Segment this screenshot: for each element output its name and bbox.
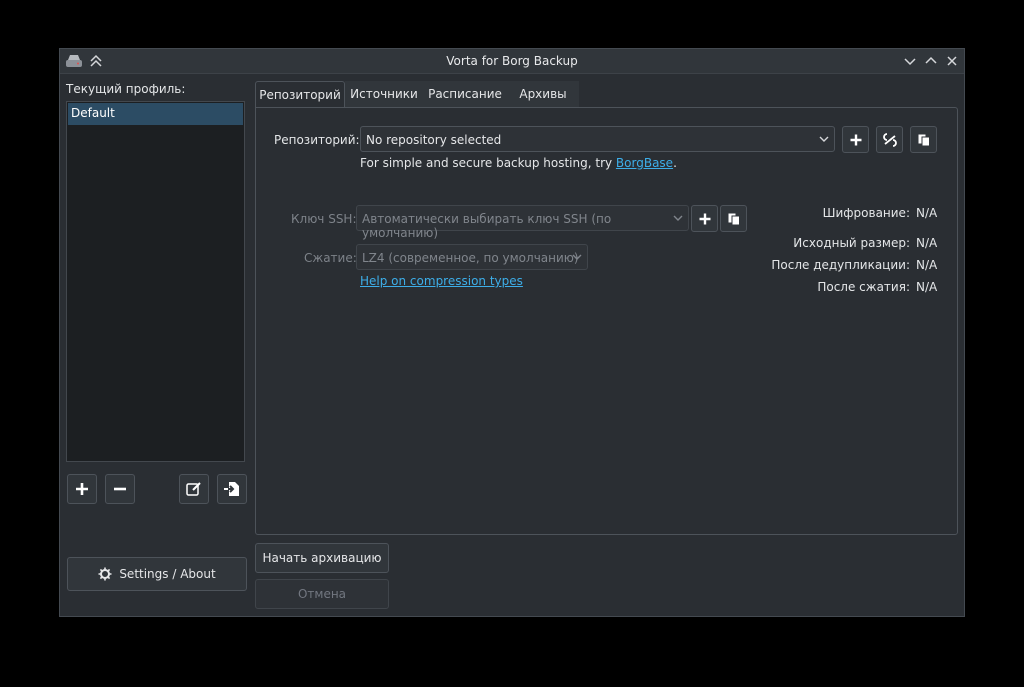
copy-icon bbox=[728, 213, 740, 225]
repo-hint-text: For simple and secure backup hosting, tr… bbox=[360, 156, 616, 170]
tab-schedule[interactable]: Расписание bbox=[423, 81, 507, 107]
dedup-size-value: N/A bbox=[916, 258, 938, 272]
repo-select[interactable]: No repository selected bbox=[360, 126, 835, 152]
minus-icon bbox=[114, 487, 126, 491]
import-profile-button[interactable] bbox=[217, 474, 247, 504]
settings-about-label: Settings / About bbox=[119, 567, 216, 581]
plus-icon bbox=[699, 213, 710, 224]
repo-hint-suffix: . bbox=[673, 156, 677, 170]
gear-icon bbox=[98, 567, 112, 581]
cancel-button[interactable]: Отмена bbox=[255, 579, 389, 609]
import-icon bbox=[224, 482, 239, 496]
plus-icon bbox=[850, 134, 861, 145]
repo-label: Репозиторий: bbox=[274, 133, 360, 147]
copy-icon bbox=[918, 134, 930, 146]
unlink-repo-button[interactable] bbox=[876, 126, 903, 153]
tab-archives[interactable]: Архивы bbox=[507, 81, 579, 107]
tab-repository[interactable]: Репозиторий bbox=[255, 81, 345, 107]
profile-label: Текущий профиль: bbox=[66, 82, 186, 96]
chevron-down-icon bbox=[673, 215, 683, 221]
minimize-icon[interactable] bbox=[901, 52, 919, 70]
original-size-value: N/A bbox=[916, 236, 938, 250]
compression-label: Сжатие: bbox=[304, 251, 357, 265]
profile-list[interactable]: Default bbox=[66, 101, 245, 462]
compression-value: LZ4 (современное, по умолчанию) bbox=[362, 251, 579, 265]
remove-profile-button[interactable] bbox=[105, 474, 135, 504]
settings-about-button[interactable]: Settings / About bbox=[67, 557, 247, 591]
compression-help-link[interactable]: Help on compression types bbox=[360, 274, 523, 288]
ssh-key-value: Автоматически выбирать ключ SSH (по умол… bbox=[362, 212, 612, 240]
compression-select[interactable]: LZ4 (современное, по умолчанию) bbox=[356, 244, 588, 270]
start-backup-button[interactable]: Начать архивацию bbox=[255, 543, 389, 573]
main-window: Vorta for Borg Backup Текущий профиль: D… bbox=[59, 48, 965, 617]
repo-select-value: No repository selected bbox=[366, 133, 502, 147]
edit-profile-button[interactable] bbox=[179, 474, 209, 504]
encryption-value: N/A bbox=[916, 206, 938, 220]
repo-hint: For simple and secure backup hosting, tr… bbox=[360, 156, 677, 170]
title-bar[interactable]: Vorta for Borg Backup bbox=[60, 49, 964, 74]
copy-repo-button[interactable] bbox=[910, 126, 937, 153]
plus-icon bbox=[76, 483, 88, 495]
add-profile-button[interactable] bbox=[67, 474, 97, 504]
compressed-size-label: После сжатия: bbox=[817, 280, 910, 294]
dedup-size-label: После дедупликации: bbox=[771, 258, 910, 272]
add-ssh-key-button[interactable] bbox=[691, 205, 718, 232]
borgbase-link[interactable]: BorgBase bbox=[616, 156, 673, 170]
add-repo-button[interactable] bbox=[842, 126, 869, 153]
chevron-down-icon bbox=[572, 254, 582, 260]
tab-sources[interactable]: Источники bbox=[345, 81, 423, 107]
edit-icon bbox=[186, 482, 201, 496]
encryption-label: Шифрование: bbox=[822, 206, 910, 220]
ssh-key-select[interactable]: Автоматически выбирать ключ SSH (по умол… bbox=[356, 205, 689, 240]
profile-item-default[interactable]: Default bbox=[68, 103, 243, 125]
repository-panel: Репозиторий: No repository selected For … bbox=[255, 107, 958, 535]
maximize-icon[interactable] bbox=[922, 52, 940, 70]
compressed-size-value: N/A bbox=[916, 280, 938, 294]
window-title: Vorta for Borg Backup bbox=[446, 54, 578, 68]
close-icon[interactable] bbox=[943, 52, 961, 70]
ssh-label: Ключ SSH: bbox=[291, 212, 357, 226]
chevron-down-icon bbox=[819, 136, 829, 142]
original-size-label: Исходный размер: bbox=[793, 236, 910, 250]
unlink-icon bbox=[882, 132, 897, 147]
